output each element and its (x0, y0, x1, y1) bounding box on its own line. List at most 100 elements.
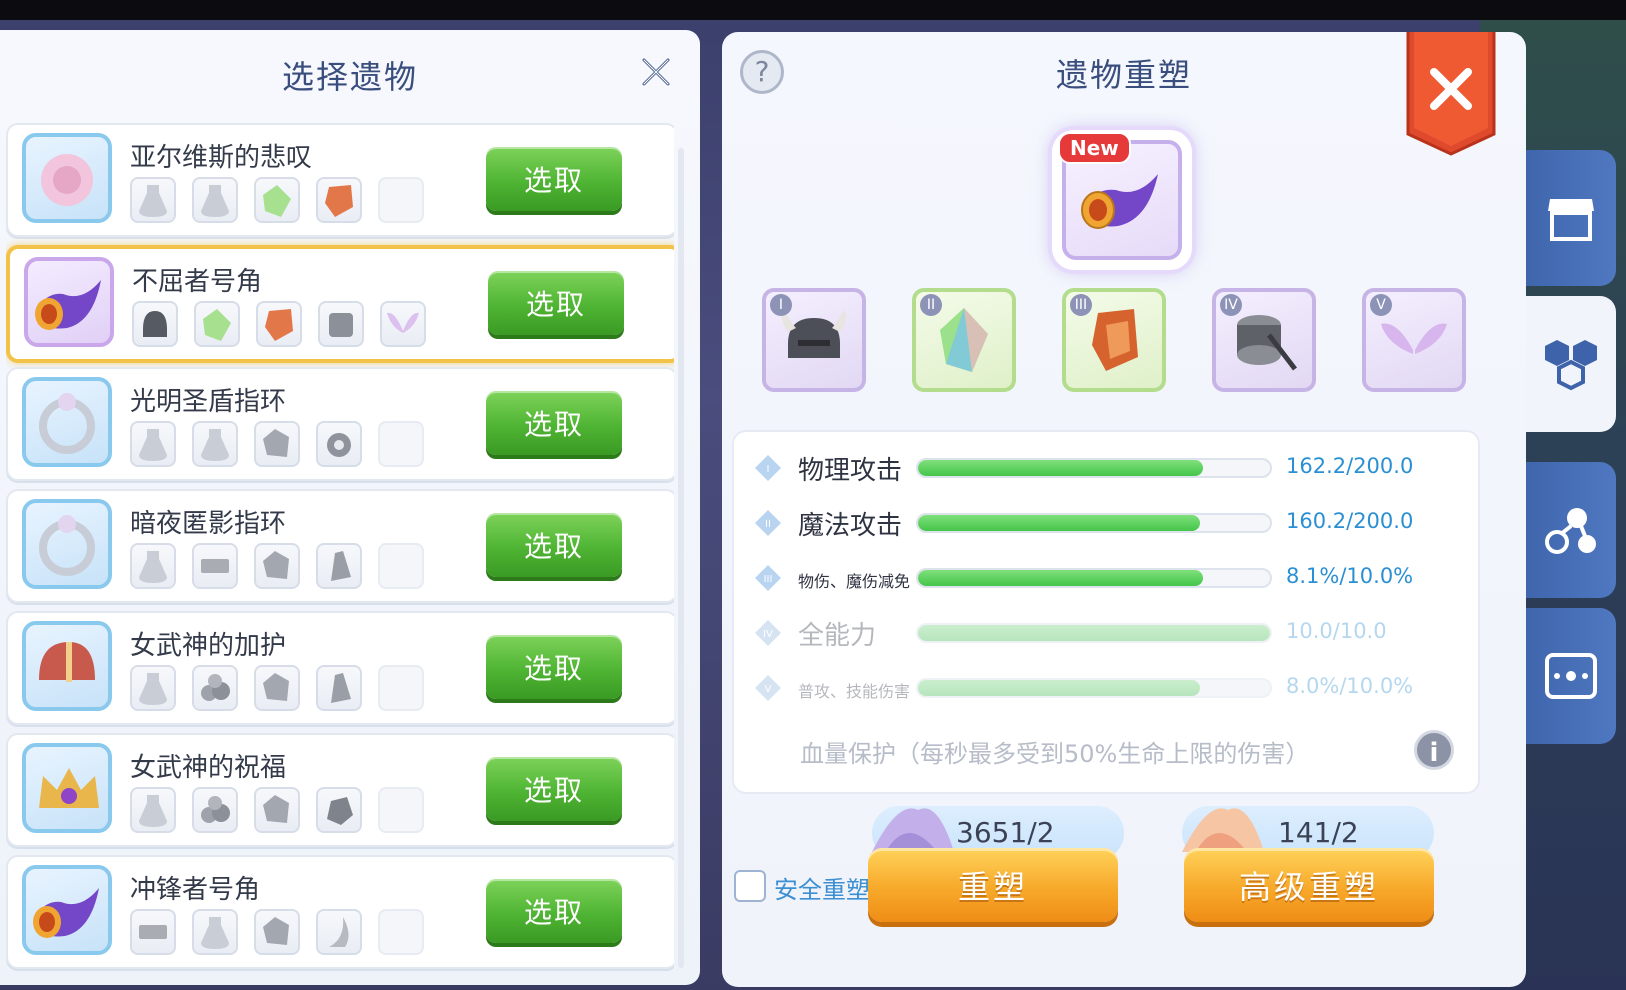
relic-name: 不屈者号角 (132, 267, 263, 297)
material-list (132, 301, 426, 347)
advanced-reforge-button[interactable]: 高级重塑 (1184, 848, 1434, 922)
tab-relic[interactable] (1526, 296, 1616, 432)
slot-2[interactable]: II (912, 288, 1016, 392)
slot-3[interactable]: III (1062, 288, 1166, 392)
slot-number: III (1070, 294, 1092, 316)
tab-shop[interactable] (1526, 150, 1616, 286)
relic-row[interactable]: 亚尔维斯的悲叹 选取 (6, 123, 674, 237)
stat-progress-fill (918, 570, 1204, 586)
horn-icon (1081, 174, 1158, 229)
relic-name: 光明圣盾指环 (130, 387, 287, 417)
stat-row: IV 全能力 10.0/10.0 (754, 613, 1454, 653)
scrollbar[interactable] (678, 148, 684, 968)
stat-progress-bar (916, 458, 1272, 478)
relic-list[interactable]: 亚尔维斯的悲叹 选取 不屈者号角 选取 光明圣盾指环 选取 暗夜匿影指环 选取 女武神的加护 选取… (6, 123, 674, 985)
close-icon[interactable] (636, 52, 676, 92)
stat-rank-icon: III (755, 565, 781, 591)
stat-label: 物理攻击 (798, 456, 903, 486)
material-slot (316, 543, 362, 589)
material-slot (132, 301, 178, 347)
slot-4[interactable]: IV (1212, 288, 1316, 392)
stat-progress-bar (916, 513, 1272, 533)
material-slot (192, 665, 238, 711)
relic-row[interactable]: 女武神的加护 选取 (6, 611, 674, 725)
close-button[interactable] (1404, 32, 1498, 158)
crystal-icon (331, 551, 351, 581)
wings-icon (1381, 323, 1447, 354)
material-slot (130, 543, 176, 589)
slot-1[interactable]: I (762, 288, 866, 392)
stats-box: I 物理攻击 162.2/200.0 II 魔法攻击 160.2/200.0 III 物伤、魔… (732, 430, 1480, 794)
material-slot (130, 421, 176, 467)
empty-material-slot (378, 665, 424, 711)
stone-icon (263, 551, 289, 579)
stat-row: V 普攻、技能伤害 8.0%/10.0% (754, 668, 1454, 708)
stat-rank-icon: I (755, 455, 781, 481)
relic-row[interactable]: 不屈者号角 选取 (6, 245, 674, 363)
reforge-button[interactable]: 重塑 (868, 848, 1118, 922)
empty-material-slot (378, 787, 424, 833)
potion-icon (139, 551, 167, 583)
stat-label: 物伤、魔伤减免 (798, 572, 911, 591)
fire-crystal-icon (1092, 309, 1138, 371)
select-button[interactable]: 选取 (486, 513, 622, 577)
svg-text:IV: IV (763, 629, 773, 640)
material-slot (130, 787, 176, 833)
safe-reforge-checkbox[interactable] (734, 870, 766, 902)
stat-progress-fill (918, 460, 1204, 476)
material-slot (254, 665, 300, 711)
potion-icon (139, 795, 167, 827)
slot-5[interactable]: V (1362, 288, 1466, 392)
material-list (130, 543, 424, 589)
relic-name: 亚尔维斯的悲叹 (130, 143, 313, 173)
material-list (130, 909, 424, 955)
bar-icon (139, 925, 167, 939)
safe-reforge-label: 安全重塑 (774, 876, 870, 904)
material-slot (130, 665, 176, 711)
select-button[interactable]: 选取 (488, 271, 624, 335)
material-slot (192, 909, 238, 955)
relic-row[interactable]: 光明圣盾指环 选取 (6, 367, 674, 481)
tab-molecule[interactable] (1526, 462, 1616, 598)
ore-icon (327, 797, 353, 825)
tab-scan[interactable] (1526, 608, 1616, 744)
stat-value: 10.0/10.0 (1286, 619, 1387, 643)
stat-label: 普攻、技能伤害 (798, 682, 911, 701)
claw-icon (329, 917, 349, 947)
select-button[interactable]: 选取 (486, 391, 622, 455)
relic-name: 冲锋者号角 (130, 875, 261, 905)
slot-number: V (1370, 294, 1392, 316)
relic-row[interactable]: 女武神的祝福 选取 (6, 733, 674, 847)
material-slot (192, 421, 238, 467)
stat-label: 全能力 (798, 621, 877, 651)
svg-text:I: I (767, 464, 770, 475)
relic-row[interactable]: 冲锋者号角 选取 (6, 855, 674, 969)
stat-value: 8.0%/10.0% (1286, 674, 1414, 698)
select-button[interactable]: 选取 (486, 879, 622, 943)
ring-icon (39, 515, 95, 576)
gem-icon (263, 185, 291, 217)
select-button[interactable]: 选取 (486, 147, 622, 211)
material-slot (192, 177, 238, 223)
horn-icon (33, 888, 99, 938)
info-button[interactable]: i (1414, 730, 1454, 770)
relic-icon-frame (22, 499, 112, 589)
stat-rank-icon: II (755, 510, 781, 536)
material-slot (130, 909, 176, 955)
cost-value: 141/2 (1278, 816, 1359, 849)
flower-relic-icon (41, 154, 93, 206)
slot-number: IV (1220, 294, 1242, 316)
hp-protection-note: 血量保护（每秒最多受到50%生命上限的伤害） (800, 740, 1310, 768)
relic-row[interactable]: 暗夜匿影指环 选取 (6, 489, 674, 603)
relic-icon-frame (22, 743, 112, 833)
potion-icon (201, 917, 229, 949)
relic-icon-frame (22, 377, 112, 467)
relic-name: 女武神的祝福 (130, 753, 287, 783)
relic-name: 女武神的加护 (130, 631, 287, 661)
select-button[interactable]: 选取 (486, 635, 622, 699)
stat-value: 8.1%/10.0% (1286, 564, 1414, 588)
stat-rank-icon: IV (755, 620, 781, 646)
slot-number: I (770, 294, 792, 316)
main-relic-slot[interactable]: New (1052, 130, 1192, 270)
select-button[interactable]: 选取 (486, 757, 622, 821)
